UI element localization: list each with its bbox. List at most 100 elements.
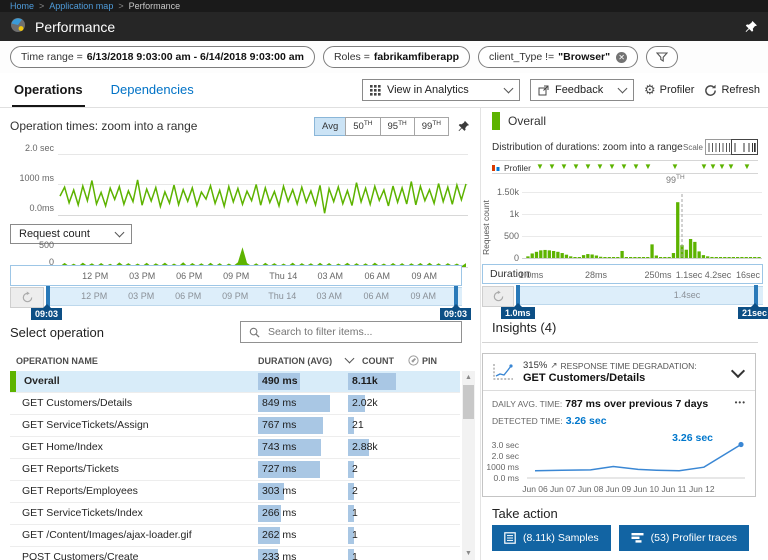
- client-type-filter-pill[interactable]: client_Type != "Browser" ✕: [478, 46, 638, 68]
- column-duration[interactable]: DURATION (AVG): [258, 356, 332, 366]
- duration-tick-label: 16sec: [736, 270, 760, 280]
- profiler-marker-icon: ▼: [560, 162, 568, 172]
- table-row[interactable]: GET Reports/Tickets727 ms2: [10, 459, 460, 481]
- scroll-down-icon[interactable]: ▼: [462, 547, 475, 560]
- operation-name: GET ServiceTickets/Index: [22, 503, 143, 524]
- divider: [482, 342, 758, 343]
- list-icon: [504, 532, 516, 544]
- brush-end-label: 09:03: [440, 308, 471, 320]
- operation-times-chart: 2.0 sec 1000 ms 0.0ms: [10, 142, 470, 222]
- search-input[interactable]: [266, 325, 453, 339]
- percentile-button-99[interactable]: 99TH: [414, 117, 449, 136]
- breadcrumb-home[interactable]: Home: [10, 1, 34, 11]
- insight-card-header[interactable]: 315% ↗ RESPONSE TIME DEGRADATION: GET Cu…: [483, 354, 755, 391]
- profiler-traces-button[interactable]: (53) Profiler traces: [619, 525, 749, 551]
- more-options-icon[interactable]: •••: [735, 398, 746, 407]
- samples-button[interactable]: (8.11k) Samples: [492, 525, 611, 551]
- tab-dependencies[interactable]: Dependencies: [109, 73, 196, 107]
- add-filter-button[interactable]: [646, 46, 678, 68]
- table-row[interactable]: Overall490 ms8.11k: [10, 371, 460, 393]
- duration-tick-label: 28ms: [585, 270, 607, 280]
- profiler-button-label: Profiler: [660, 84, 695, 96]
- scroll-up-icon[interactable]: ▲: [462, 371, 475, 384]
- roles-filter-pill[interactable]: Roles = fabrikamfiberapp: [323, 46, 470, 68]
- table-row[interactable]: GET ServiceTickets/Index266 ms1: [10, 503, 460, 525]
- column-operation-name[interactable]: OPERATION NAME: [16, 356, 98, 366]
- operations-panel: Operation times: zoom into a range Avg50…: [0, 108, 480, 560]
- log-scale-button[interactable]: [731, 139, 758, 155]
- y-axis-label: 1000 ms: [10, 173, 54, 183]
- profiler-markers-row: Profiler ▼▼▼▼▼▼▼▼▼▼▼▼▼▼▼▼: [492, 160, 758, 174]
- breadcrumb-separator: >: [118, 1, 123, 11]
- app-insights-icon: [10, 17, 26, 36]
- chevron-down-icon[interactable]: [731, 363, 745, 377]
- trend-up-icon: ↗: [550, 360, 557, 371]
- refresh-button[interactable]: Refresh: [704, 84, 760, 97]
- row-accent: [10, 371, 16, 392]
- table-row[interactable]: GET /Content/Images/ajax-loader.gif262 m…: [10, 525, 460, 547]
- y-axis-label: 2.0 sec: [10, 143, 54, 153]
- table-row[interactable]: POST Customers/Create233 ms1: [10, 547, 460, 560]
- undo-icon: [492, 290, 505, 303]
- duration-value: 849 ms: [262, 393, 296, 414]
- profiler-marker-icon: ▼: [584, 162, 592, 172]
- percentile-button-95[interactable]: 95TH: [380, 117, 415, 136]
- table-row[interactable]: GET ServiceTickets/Assign767 ms21: [10, 415, 460, 437]
- duration-value: 490 ms: [262, 371, 298, 392]
- traces-button-label: (53) Profiler traces: [651, 532, 737, 544]
- duration-tick-label: 4.2sec: [705, 270, 732, 280]
- linear-scale-button[interactable]: [705, 139, 732, 155]
- time-tick-label: 09 PM: [222, 291, 248, 301]
- daily-avg-value: 787 ms over previous 7 days: [565, 398, 708, 410]
- brush-start-label: 09:03: [31, 308, 62, 320]
- count-value: 2.88k: [352, 437, 378, 458]
- duration-range-brush: 1.4sec 1.0ms 21sec: [482, 286, 763, 320]
- x-axis-line: [522, 258, 762, 259]
- reset-zoom-button[interactable]: [482, 286, 514, 307]
- brush-mid-label: 1.4sec: [674, 290, 701, 300]
- pin-chart-icon[interactable]: [458, 120, 470, 132]
- profiler-marker-icon: ▼: [620, 162, 628, 172]
- search-icon: [249, 327, 260, 338]
- search-box[interactable]: [240, 321, 462, 343]
- select-operation-title: Select operation: [10, 325, 104, 340]
- breadcrumb-application-map[interactable]: Application map: [49, 1, 113, 11]
- tab-operations[interactable]: Operations: [12, 73, 85, 107]
- time-tick-label: 06 PM: [175, 291, 201, 301]
- response-time-line: [58, 142, 468, 220]
- table-row[interactable]: GET Customers/Details849 ms2.02k: [10, 393, 460, 415]
- time-range-filter-pill[interactable]: Time range = 6/13/2018 9:03:00 am - 6/14…: [10, 46, 315, 68]
- profiler-marker-icon: ▼: [548, 162, 556, 172]
- table-row[interactable]: GET Reports/Employees303 ms2: [10, 481, 460, 503]
- duration-value: 262 ms: [262, 525, 296, 546]
- percentile-button-avg[interactable]: Avg: [314, 117, 346, 136]
- profiler-marker-icon: ▼: [700, 162, 708, 172]
- brush-band[interactable]: [516, 286, 763, 305]
- view-in-analytics-dropdown[interactable]: View in Analytics: [362, 79, 520, 101]
- sort-chevron-icon[interactable]: [345, 354, 355, 364]
- scrollbar-thumb[interactable]: [463, 385, 474, 419]
- column-count[interactable]: COUNT: [362, 356, 394, 366]
- grid-icon: [370, 85, 381, 96]
- view-in-analytics-label: View in Analytics: [387, 84, 469, 96]
- table-scrollbar[interactable]: ▲ ▼: [462, 371, 475, 560]
- time-tick-label: 09 AM: [411, 291, 437, 301]
- refresh-icon: [704, 84, 717, 97]
- remove-filter-icon[interactable]: ✕: [616, 52, 627, 63]
- column-pin[interactable]: PIN: [422, 356, 437, 366]
- feedback-dropdown[interactable]: Feedback: [530, 79, 634, 101]
- brush-end-label: 21sec: [738, 307, 768, 319]
- take-action-buttons: (8.11k) Samples (53) Profiler traces: [492, 525, 749, 551]
- x-axis-label: Jun 11: [662, 484, 687, 494]
- table-row[interactable]: GET Home/Index743 ms2.88k: [10, 437, 460, 459]
- time-tick-label: 06 AM: [365, 271, 391, 281]
- filter-value: fabrikamfiberapp: [374, 51, 459, 63]
- time-tick-label: 09 PM: [223, 271, 249, 281]
- chevron-down-icon: [504, 84, 514, 94]
- percentile-button-50[interactable]: 50TH: [345, 117, 380, 136]
- time-tick-label: Thu 14: [268, 291, 296, 301]
- filter-value: 6/13/2018 9:03:00 am - 6/14/2018 9:03:00…: [87, 51, 304, 63]
- profiler-button[interactable]: ⚙ Profiler: [644, 82, 695, 98]
- pin-icon[interactable]: [745, 20, 758, 33]
- duration-histogram: Request count 1.50k 1k 500 0: [481, 188, 768, 262]
